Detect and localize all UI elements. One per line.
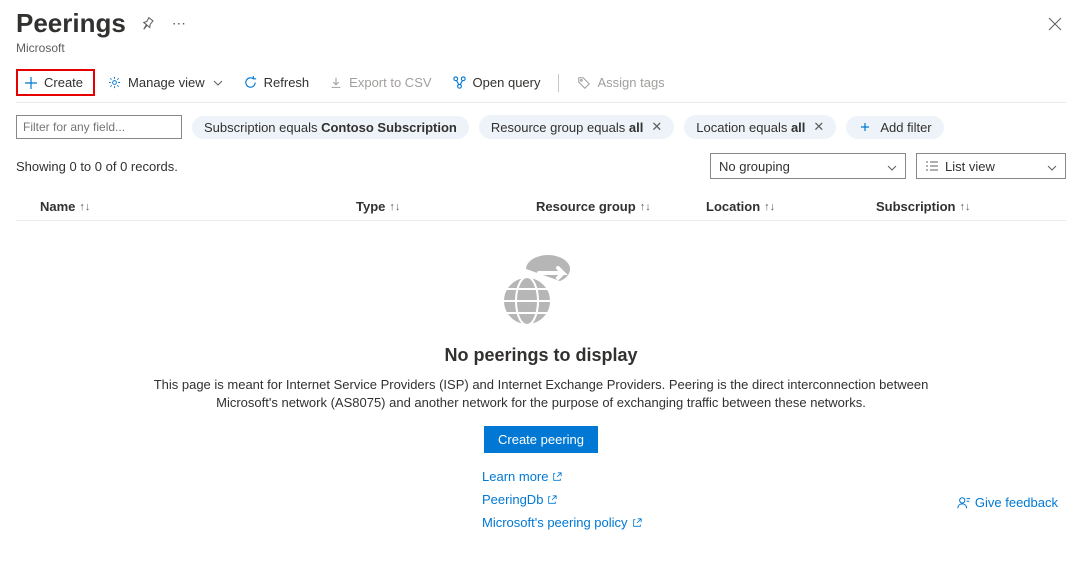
create-label: Create xyxy=(44,75,83,90)
export-csv-button: Export to CSV xyxy=(321,71,439,94)
manage-view-label: Manage view xyxy=(128,75,205,90)
filter-pill-resource-group[interactable]: Resource group equals all ✕ xyxy=(479,115,674,139)
refresh-label: Refresh xyxy=(264,75,310,90)
toolbar-separator xyxy=(558,74,559,92)
create-peering-button[interactable]: Create peering xyxy=(484,426,598,453)
add-filter-button[interactable]: Add filter xyxy=(846,116,943,139)
open-query-button[interactable]: Open query xyxy=(444,71,549,94)
sort-icon: ↑↓ xyxy=(764,201,775,213)
feedback-icon xyxy=(957,496,971,510)
filter-add-icon xyxy=(858,120,872,134)
list-icon xyxy=(925,160,939,172)
column-name[interactable]: Name↑↓ xyxy=(16,199,356,214)
records-count: Showing 0 to 0 of 0 records. xyxy=(16,159,178,174)
empty-state-illustration xyxy=(16,251,1066,331)
create-button[interactable]: Create xyxy=(16,69,95,96)
peering-policy-link[interactable]: Microsoft's peering policy xyxy=(482,515,642,530)
more-icon[interactable]: ⋯ xyxy=(168,11,192,36)
peeringdb-link[interactable]: PeeringDb xyxy=(482,492,557,507)
empty-title: No peerings to display xyxy=(16,345,1066,366)
chevron-down-icon xyxy=(887,159,897,174)
learn-more-link[interactable]: Learn more xyxy=(482,469,562,484)
subtitle: Microsoft xyxy=(16,41,1066,55)
remove-filter-icon[interactable]: ✕ xyxy=(813,119,824,135)
export-csv-label: Export to CSV xyxy=(349,75,431,90)
assign-tags-button: Assign tags xyxy=(569,71,672,94)
empty-state: No peerings to display This page is mean… xyxy=(16,251,1066,530)
empty-description: This page is meant for Internet Service … xyxy=(131,376,951,412)
column-type[interactable]: Type↑↓ xyxy=(356,199,536,214)
sort-icon: ↑↓ xyxy=(640,201,651,213)
chevron-down-icon xyxy=(1047,159,1057,174)
filter-input[interactable] xyxy=(16,115,182,139)
pin-icon[interactable] xyxy=(136,13,158,35)
external-link-icon xyxy=(632,518,642,528)
toolbar: Create Manage view Refresh Export to CSV… xyxy=(16,69,1066,103)
remove-filter-icon[interactable]: ✕ xyxy=(651,119,662,135)
sort-icon: ↑↓ xyxy=(959,201,970,213)
page-title: Peerings xyxy=(16,8,126,39)
column-subscription[interactable]: Subscription↑↓ xyxy=(876,199,1066,214)
table-header: Name↑↓ Type↑↓ Resource group↑↓ Location↑… xyxy=(16,193,1066,221)
refresh-button[interactable]: Refresh xyxy=(235,71,318,94)
sort-icon: ↑↓ xyxy=(389,201,400,213)
sort-icon: ↑↓ xyxy=(79,201,90,213)
column-resource-group[interactable]: Resource group↑↓ xyxy=(536,199,706,214)
external-link-icon xyxy=(547,495,557,505)
view-select[interactable]: List view xyxy=(916,153,1066,179)
external-link-icon xyxy=(552,472,562,482)
open-query-label: Open query xyxy=(473,75,541,90)
manage-view-button[interactable]: Manage view xyxy=(99,71,231,94)
column-location[interactable]: Location↑↓ xyxy=(706,199,876,214)
give-feedback-link[interactable]: Give feedback xyxy=(957,495,1058,510)
filter-pill-location[interactable]: Location equals all ✕ xyxy=(684,115,836,139)
assign-tags-label: Assign tags xyxy=(597,75,664,90)
grouping-select[interactable]: No grouping xyxy=(710,153,906,179)
chevron-down-icon xyxy=(213,80,223,86)
filter-pill-subscription[interactable]: Subscription equals Contoso Subscription xyxy=(192,116,469,139)
close-icon[interactable] xyxy=(1044,13,1066,35)
